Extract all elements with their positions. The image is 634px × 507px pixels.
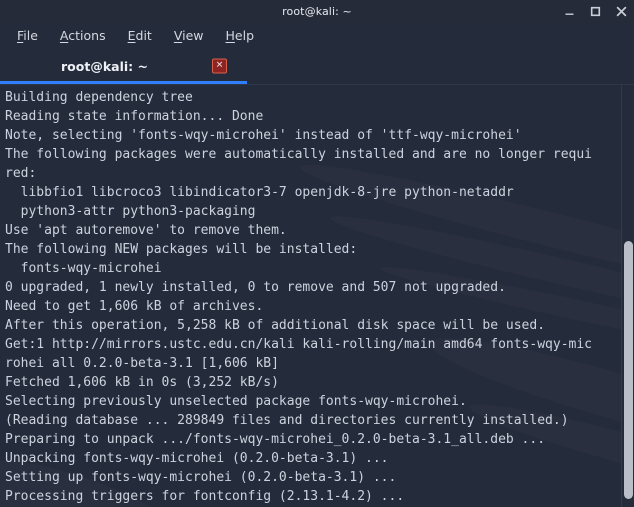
menu-edit-accel: E [127,27,136,43]
terminal-window: root@kali: ~ File Actions Edit View Help… [0,0,634,507]
menu-actions[interactable]: Actions [51,25,115,46]
terminal-line: Get:1 http://mirrors.ustc.edu.cn/kali ka… [5,337,592,352]
terminal-line: Fetched 1,606 kB in 0s (3,252 kB/s) [5,375,279,390]
menu-edit[interactable]: Edit [119,25,161,46]
terminal-line: Processing triggers for fontconfig (2.13… [5,489,405,504]
tab-close-icon[interactable]: ✕ [212,58,227,74]
tab-active-indicator [0,81,247,84]
terminal-line: The following NEW packages will be insta… [5,242,358,257]
menu-bar: File Actions Edit View Help [0,22,634,48]
terminal-line: Building dependency tree [5,90,193,105]
window-controls [563,0,628,22]
menu-help-label: elp [234,27,255,43]
terminal-line: Unpacking fonts-wqy-microhei (0.2.0-beta… [5,451,389,466]
terminal-line: 0 upgraded, 1 newly installed, 0 to remo… [5,280,506,295]
menu-file[interactable]: File [8,25,47,46]
terminal-line: Note, selecting 'fonts-wqy-microhei' ins… [5,128,522,143]
terminal-scrollbar[interactable] [621,85,634,507]
terminal-line: libbfio1 libcroco3 libindicator3-7 openj… [5,185,514,200]
minimize-button[interactable] [563,5,576,18]
menu-help-accel: H [225,27,235,43]
menu-view-accel: V [173,27,183,43]
terminal-line: After this operation, 5,258 kB of additi… [5,318,546,333]
menu-edit-label: dit [135,27,152,43]
menu-help[interactable]: Help [217,25,264,46]
menu-actions-label: ctions [68,27,106,43]
window-title: root@kali: ~ [282,4,352,18]
terminal-line: Need to get 1,606 kB of archives. [5,299,264,314]
terminal-line: The following packages were automaticall… [5,147,592,162]
terminal-line: Reading state information... Done [5,109,264,124]
terminal-line: Preparing to unpack .../fonts-wqy-microh… [5,432,546,447]
terminal-line: Use 'apt autoremove' to remove them. [5,223,287,238]
close-button[interactable] [615,5,628,18]
terminal-line: red: [5,166,37,181]
menu-view[interactable]: View [165,25,213,46]
menu-actions-accel: A [59,27,69,43]
terminal-output[interactable]: Building dependency tree Reading state in… [0,85,621,507]
terminal-line: Setting up fonts-wqy-microhei (0.2.0-bet… [5,470,397,485]
terminal-line: Selecting previously unselected package … [5,394,467,409]
maximize-button[interactable] [589,5,602,18]
terminal-line: python3-attr python3-packaging [5,204,256,219]
tab-root-kali[interactable]: root@kali: ~ ✕ [0,48,247,84]
terminal-line: (Reading database ... 289849 files and d… [5,413,569,428]
terminal-area: Building dependency tree Reading state in… [0,85,634,507]
scrollbar-thumb[interactable] [624,241,633,499]
menu-view-label: iew [182,27,204,43]
terminal-line: fonts-wqy-microhei [5,261,162,276]
menu-file-label: ile [23,27,38,43]
terminal-line: rohei all 0.2.0-beta-3.1 [1,606 kB] [5,356,279,371]
title-bar: root@kali: ~ [0,0,634,22]
tab-label: root@kali: ~ [61,58,148,74]
tab-bar: root@kali: ~ ✕ [0,48,634,85]
